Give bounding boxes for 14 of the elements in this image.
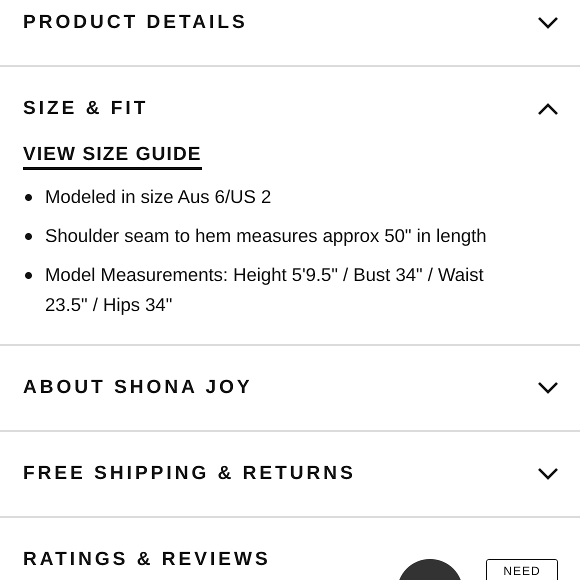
section-heading[interactable]: ABOUT SHONA JOY: [23, 374, 253, 402]
help-button[interactable]: NEED: [486, 559, 558, 580]
chevron-down-icon[interactable]: [537, 381, 559, 395]
section-heading[interactable]: FREE SHIPPING & RETURNS: [23, 460, 356, 488]
fit-detail-text: Model Measurements: Height 5'9.5" / Bust 34" / Waist 23.5" / Hips 34": [45, 263, 485, 317]
chevron-down-icon[interactable]: [537, 16, 559, 30]
chevron-down-icon[interactable]: [537, 467, 559, 481]
fit-detail-text: Modeled in size Aus 6/US 2: [45, 185, 272, 209]
fit-detail-text: Shoulder seam to hem measures approx 50" in length: [45, 224, 487, 248]
section-heading[interactable]: PRODUCT DETAILS: [23, 8, 248, 38]
section-heading[interactable]: SIZE & FIT: [23, 94, 148, 124]
chevron-up-icon[interactable]: [537, 102, 559, 116]
section-heading[interactable]: RATINGS & REVIEWS: [23, 546, 271, 574]
size-guide-link[interactable]: VIEW SIZE GUIDE: [23, 143, 202, 170]
